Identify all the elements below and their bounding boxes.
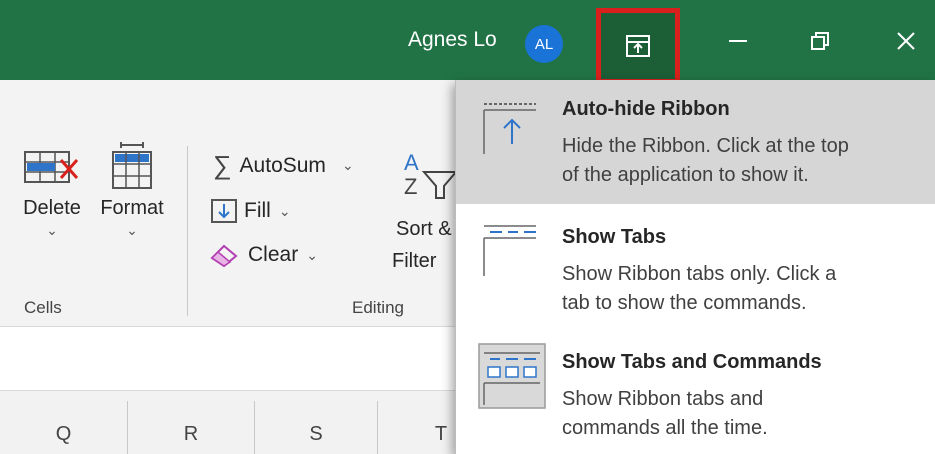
editing-group-label: Editing: [352, 298, 404, 317]
show-tabs-and-commands-desc-line1: Show Ribbon tabs and: [562, 388, 764, 410]
clear-label: Clear: [248, 243, 299, 266]
auto-hide-ribbon-description: Hide the Ribbon. Click at the top of the…: [562, 132, 922, 190]
eraser-icon: [210, 244, 238, 268]
show-tabs-desc-line1: Show Ribbon tabs only. Click a: [562, 263, 837, 285]
avatar-initials: AL: [534, 35, 554, 53]
menu-item-auto-hide-ribbon[interactable]: Auto-hide Ribbon Hide the Ribbon. Click …: [456, 80, 935, 204]
show-tabs-commands-icon: [478, 343, 546, 409]
avatar[interactable]: AL: [525, 25, 563, 63]
show-tabs-icon: [483, 225, 536, 276]
clear-button[interactable]: Clear ⌄: [208, 242, 318, 268]
group-separator: [187, 146, 188, 316]
column-header-q[interactable]: Q: [0, 391, 127, 454]
column-header-r[interactable]: R: [128, 391, 254, 454]
user-name[interactable]: Agnes Lo: [408, 28, 497, 52]
minimize-icon: [729, 40, 747, 42]
show-tabs-and-commands-title: Show Tabs and Commands: [562, 351, 822, 373]
ribbon-display-options-button[interactable]: [596, 8, 680, 84]
show-tabs-title: Show Tabs: [562, 226, 667, 248]
show-tabs-desc-line2: tab to show the commands.: [562, 292, 807, 314]
show-tabs-and-commands-description: Show Ribbon tabs and commands all the ti…: [562, 385, 922, 443]
svg-text:A: A: [404, 150, 419, 175]
column-header-s[interactable]: S: [255, 391, 377, 454]
delete-dropdown-icon[interactable]: ⌄: [12, 220, 92, 240]
sort-filter-button[interactable]: A Z Sort & Filter: [392, 146, 456, 276]
format-dropdown-icon[interactable]: ⌄: [92, 220, 172, 240]
ribbon-display-options-icon: [626, 35, 650, 57]
menu-item-show-tabs[interactable]: Show Tabs Show Ribbon tabs only. Click a…: [456, 204, 935, 329]
minimize-button[interactable]: [708, 16, 768, 66]
menu-item-show-tabs-and-commands[interactable]: Show Tabs and Commands Show Ribbon tabs …: [456, 329, 935, 454]
format-cells-button[interactable]: Format ⌄: [92, 142, 172, 240]
close-button[interactable]: [876, 16, 935, 66]
delete-cells-icon: [24, 151, 79, 183]
cells-group-label: Cells: [24, 298, 62, 317]
show-tabs-and-commands-desc-line2: commands all the time.: [562, 417, 768, 439]
auto-hide-ribbon-desc-line1: Hide the Ribbon. Click at the top: [562, 135, 849, 157]
autosum-label: AutoSum: [239, 153, 326, 177]
format-cells-icon: [112, 142, 152, 189]
sort-filter-icon: A Z: [404, 150, 456, 199]
fill-button[interactable]: Fill ⌄: [210, 198, 291, 224]
autosum-button[interactable]: ∑ AutoSum ⌄: [213, 150, 354, 181]
delete-label: Delete: [23, 197, 81, 219]
restore-icon: [811, 32, 829, 50]
show-tabs-description: Show Ribbon tabs only. Click a tab to sh…: [562, 260, 922, 318]
auto-hide-ribbon-desc-line2: of the application to show it.: [562, 164, 809, 186]
fill-label: Fill: [244, 199, 271, 222]
ribbon-display-options-menu: Auto-hide Ribbon Hide the Ribbon. Click …: [455, 80, 935, 454]
sort-filter-label-line1: Sort &: [396, 218, 452, 240]
autosum-dropdown-icon[interactable]: ⌄: [342, 157, 354, 174]
fill-dropdown-icon[interactable]: ⌄: [279, 203, 291, 220]
delete-cells-button[interactable]: Delete ⌄: [12, 142, 92, 240]
fill-down-icon: [211, 199, 237, 223]
sort-filter-label-line2: Filter: [392, 250, 437, 272]
close-icon: [897, 32, 915, 50]
auto-hide-ribbon-title: Auto-hide Ribbon: [562, 98, 730, 120]
restore-button[interactable]: [790, 16, 850, 66]
auto-hide-ribbon-icon: [483, 103, 536, 154]
title-bar: Agnes Lo AL: [0, 0, 935, 84]
clear-dropdown-icon[interactable]: ⌄: [306, 247, 318, 264]
autosum-icon: ∑: [213, 150, 232, 180]
format-label: Format: [100, 197, 164, 219]
svg-text:Z: Z: [404, 174, 417, 199]
